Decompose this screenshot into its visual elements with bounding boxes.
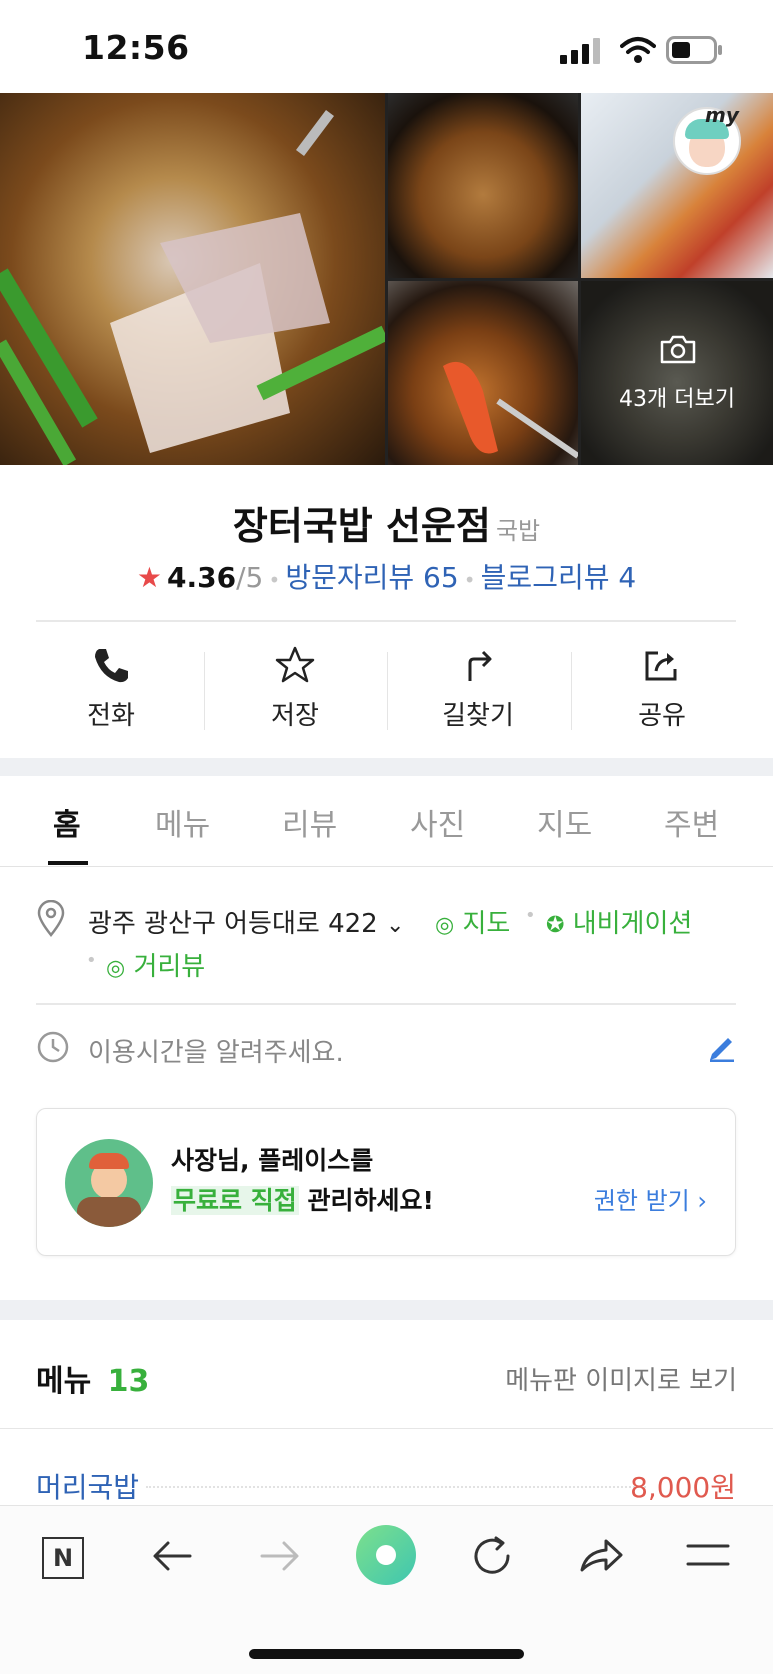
- menu-item-price: 8,000원: [630, 1471, 736, 1504]
- signal-icon: [560, 38, 600, 64]
- owner-avatar: [65, 1139, 153, 1227]
- menu-image-link[interactable]: 메뉴판 이미지로 보기: [505, 1360, 737, 1397]
- browser-toolbar: N: [0, 1505, 773, 1674]
- back-arrow-icon[interactable]: [150, 1538, 194, 1574]
- share-button[interactable]: 공유: [592, 645, 732, 732]
- photo-grid: my 43개 더보기: [0, 93, 773, 465]
- save-button[interactable]: 저장: [225, 645, 365, 732]
- visitor-reviews-link[interactable]: 방문자리뷰 65: [285, 561, 458, 594]
- map-link[interactable]: ◎ 지도: [435, 903, 510, 940]
- place-category: 국밥: [495, 517, 541, 545]
- menu-section-header: 메뉴 13: [36, 1356, 149, 1400]
- phone-icon: [95, 649, 128, 683]
- tab-photo[interactable]: 사진: [410, 800, 465, 844]
- edit-pencil-icon[interactable]: [706, 1030, 738, 1062]
- profile-badge: my: [705, 103, 739, 127]
- divider: [36, 620, 736, 622]
- call-button[interactable]: 전화: [41, 645, 181, 732]
- navigation-icon: ✪: [546, 913, 565, 938]
- claim-ownership-link[interactable]: 권한 받기 ›: [594, 1181, 707, 1216]
- chevron-down-icon[interactable]: ⌄: [386, 913, 404, 938]
- directions-icon: [468, 650, 492, 681]
- tab-nearby[interactable]: 주변: [664, 800, 719, 844]
- street-view-pin-icon: ◎: [106, 956, 126, 981]
- owner-banner-highlight: 무료로 직접: [171, 1186, 299, 1215]
- address-row: 광주 광산구 어등대로 422 ⌄: [88, 903, 404, 940]
- owner-banner-line1: 사장님, 플레이스를: [171, 1146, 374, 1175]
- menu-icon[interactable]: [686, 1542, 730, 1570]
- tab-map[interactable]: 지도: [537, 800, 592, 844]
- hours-prompt: 이용시간을 알려주세요.: [88, 1038, 344, 1068]
- place-header: 장터국밥 선운점 국밥: [0, 495, 773, 550]
- status-bar: 12:56: [0, 0, 773, 93]
- tab-review[interactable]: 리뷰: [282, 800, 337, 844]
- location-pin-icon: [37, 900, 65, 938]
- main-photo[interactable]: [0, 93, 385, 465]
- tab-menu[interactable]: 메뉴: [155, 800, 210, 844]
- rating-max: /5: [236, 561, 264, 594]
- share-label: 공유: [638, 701, 686, 731]
- tab-home[interactable]: 홈: [53, 800, 81, 844]
- menu-section-title: 메뉴: [36, 1364, 92, 1399]
- photo-thumb-1[interactable]: [388, 93, 578, 278]
- owner-banner[interactable]: 사장님, 플레이스를 무료로 직접 관리하세요! 권한 받기 ›: [36, 1108, 736, 1256]
- status-time: 12:56: [82, 28, 190, 67]
- star-icon: ★: [136, 561, 162, 594]
- home-indicator: [249, 1649, 524, 1659]
- address-text[interactable]: 광주 광산구 어등대로 422: [88, 909, 378, 939]
- map-pin-icon: ◎: [435, 913, 455, 938]
- forward-arrow-icon[interactable]: [258, 1538, 302, 1574]
- naver-home-icon[interactable]: N: [42, 1537, 84, 1579]
- navigation-link[interactable]: ✪ 내비게이션: [546, 903, 692, 940]
- photo-thumb-3[interactable]: [388, 281, 578, 465]
- call-label: 전화: [87, 701, 135, 731]
- directions-label: 길찾기: [442, 701, 514, 731]
- blog-reviews-link[interactable]: 블로그리뷰 4: [481, 561, 637, 594]
- section-gap: [0, 758, 773, 776]
- clock-icon: [37, 1031, 69, 1063]
- rating-row: ★ 4.36/5 • 방문자리뷰 65 • 블로그리뷰 4: [136, 561, 637, 594]
- wifi-icon: [620, 37, 656, 63]
- owner-banner-line2: 무료로 직접 관리하세요!: [171, 1186, 434, 1215]
- directions-button[interactable]: 길찾기: [408, 645, 548, 732]
- share-icon: [645, 651, 677, 681]
- greendot-button[interactable]: [356, 1525, 416, 1585]
- divider: [36, 1003, 736, 1005]
- photo-thumb-2[interactable]: my: [581, 93, 773, 278]
- menu-item-name: 머리국밥: [36, 1471, 140, 1504]
- refresh-icon[interactable]: [470, 1534, 514, 1578]
- place-name: 장터국밥 선운점: [232, 504, 491, 548]
- share-arrow-icon[interactable]: [578, 1536, 624, 1576]
- section-gap: [0, 1300, 773, 1320]
- camera-icon: [660, 335, 696, 364]
- star-outline-icon: [275, 646, 315, 683]
- menu-item[interactable]: 머리국밥 8,000원: [36, 1466, 736, 1506]
- rating-value: 4.36: [167, 561, 237, 594]
- more-photos-label[interactable]: 43개 더보기: [581, 381, 773, 413]
- photo-thumb-more[interactable]: 43개 더보기: [581, 281, 773, 465]
- battery-icon: [666, 36, 722, 64]
- save-label: 저장: [271, 701, 319, 731]
- active-tab-indicator: [48, 861, 88, 865]
- menu-count: 13: [107, 1364, 150, 1399]
- street-view-link[interactable]: ◎ 거리뷰: [106, 946, 205, 983]
